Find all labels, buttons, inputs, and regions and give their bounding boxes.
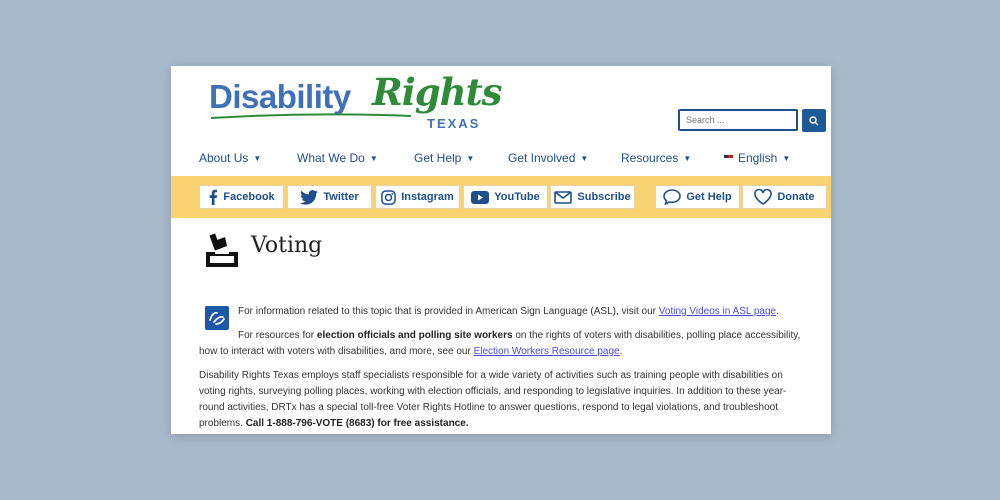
caret-down-icon: ▼: [683, 153, 692, 163]
browser-page: Disability Rights TEXAS About Us ▼ What W…: [171, 66, 831, 434]
caret-down-icon: ▼: [369, 153, 378, 163]
intro-text: problems.: [199, 418, 243, 429]
intro-line: Disability Rights Texas employs staff sp…: [199, 370, 783, 381]
asl-icon: [205, 306, 229, 330]
facebook-label: Facebook: [223, 191, 275, 203]
instagram-icon: [381, 189, 397, 205]
search-input[interactable]: [678, 109, 798, 131]
chat-bubble-icon: [663, 189, 682, 205]
youtube-icon: [471, 190, 490, 204]
donate-button[interactable]: Donate: [742, 185, 827, 209]
nav-get-involved[interactable]: Get Involved ▼: [508, 151, 588, 165]
caret-down-icon: ▼: [253, 153, 262, 163]
nav-about-us[interactable]: About Us ▼: [199, 151, 261, 165]
intro-line: round activities, DRTx has a special tol…: [199, 402, 779, 413]
instagram-button[interactable]: Instagram: [375, 185, 460, 209]
resources-paragraph-line1: For resources for election officials and…: [238, 328, 800, 344]
asl-text: For information related to this topic th…: [238, 306, 656, 317]
nav-get-help[interactable]: Get Help ▼: [414, 151, 474, 165]
nav-language[interactable]: English ▼: [724, 151, 790, 165]
heart-icon: [754, 189, 773, 205]
site-logo[interactable]: Disability Rights TEXAS: [209, 68, 502, 138]
intro-line: problems. Call 1-888-796-VOTE (8683) for…: [199, 416, 829, 432]
get-help-button[interactable]: Get Help: [655, 185, 740, 209]
facebook-button[interactable]: Facebook: [199, 185, 284, 209]
caret-down-icon: ▼: [466, 153, 475, 163]
youtube-button[interactable]: YouTube: [463, 185, 548, 209]
resources-text: For resources for: [238, 330, 315, 341]
intro-line: voting rights, surveying polling places,…: [199, 386, 787, 397]
intro-paragraph: Disability Rights Texas employs staff sp…: [199, 368, 829, 432]
voting-videos-asl-link[interactable]: Voting Videos in ASL page: [659, 306, 776, 317]
get-help-label: Get Help: [686, 191, 732, 203]
nav-label: Get Involved: [508, 151, 576, 165]
resources-text: how to interact with voters with disabil…: [199, 346, 471, 357]
social-links-bar: Facebook Twitter Instagram YouTube Subsc…: [171, 176, 831, 218]
subscribe-button[interactable]: Subscribe: [550, 185, 635, 209]
instagram-label: Instagram: [401, 191, 454, 203]
resources-paragraph-line2: how to interact with voters with disabil…: [199, 346, 623, 357]
ballot-box-icon: [206, 233, 238, 267]
nav-label: Resources: [621, 151, 679, 165]
subscribe-label: Subscribe: [577, 191, 631, 203]
search-button[interactable]: [802, 109, 826, 132]
asl-paragraph: For information related to this topic th…: [238, 306, 779, 317]
resources-text: on the rights of voters with disabilitie…: [515, 330, 801, 341]
twitter-icon: [300, 189, 319, 205]
logo-word-texas: TEXAS: [427, 116, 481, 131]
nav-resources[interactable]: Resources ▼: [621, 151, 691, 165]
donate-label: Donate: [777, 191, 815, 203]
nav-what-we-do[interactable]: What We Do ▼: [297, 151, 378, 165]
caret-down-icon: ▼: [782, 153, 791, 163]
logo-word-disability: Disability: [209, 78, 351, 115]
us-flag-icon: [724, 155, 733, 161]
twitter-label: Twitter: [323, 191, 359, 203]
youtube-label: YouTube: [494, 191, 540, 203]
twitter-button[interactable]: Twitter: [287, 185, 372, 209]
nav-label: Get Help: [414, 151, 462, 165]
caret-down-icon: ▼: [580, 153, 589, 163]
facebook-icon: [209, 189, 218, 205]
nav-label: English: [738, 151, 778, 165]
hotline-text: Call 1-888-796-VOTE (8683) for free assi…: [245, 418, 469, 429]
envelope-icon: [554, 190, 573, 204]
nav-label: What We Do: [297, 151, 365, 165]
logo-word-rights: Rights: [372, 70, 502, 114]
search-icon: [809, 115, 819, 125]
election-workers-resource-link[interactable]: Election Workers Resource page: [474, 346, 620, 357]
nav-label: About Us: [199, 151, 249, 165]
logo-swoosh-icon: [211, 113, 411, 119]
resources-bold-text: election officials and polling site work…: [316, 330, 513, 341]
page-title: Voting: [251, 233, 323, 258]
